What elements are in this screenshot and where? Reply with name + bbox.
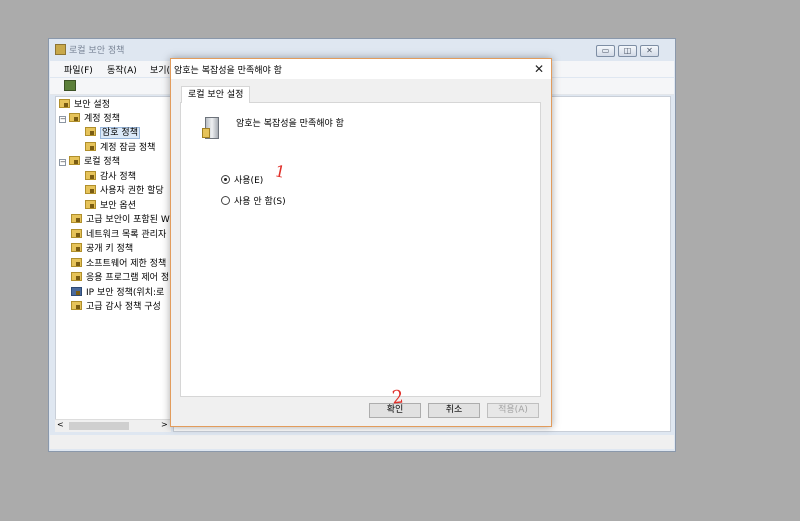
window-title: 로컬 보안 정책 [55,43,124,59]
cancel-button[interactable]: 취소 [428,403,480,418]
folder-icon [69,113,80,122]
tree-item-label: 네트워크 목록 관리자 [86,230,167,240]
folder-icon [85,171,96,180]
radio-enable[interactable]: 사용(E) [221,173,263,186]
tree-item-app-control[interactable]: 응용 프로그램 제어 정 [71,271,169,285]
tree-item-network-list[interactable]: 네트워크 목록 관리자 [71,228,166,242]
toolbar-console-icon[interactable] [64,80,76,91]
status-bar [50,435,674,449]
folder-icon [71,258,82,267]
tree-item-label: 감사 정책 [100,172,136,182]
tree-item-advanced-audit[interactable]: 고급 감사 정책 구성 [71,300,161,314]
scroll-right-arrow-icon[interactable]: > [161,420,168,429]
tree-item-label: 계정 정책 [84,114,120,124]
apply-button[interactable]: 적용(A) [487,403,539,418]
tree-root[interactable]: 보안 설정 [59,98,110,112]
radio-unchecked-icon[interactable] [221,196,230,205]
menu-file[interactable]: 파일(F) [64,63,93,76]
tree-item-account-lockout[interactable]: 계정 잠금 정책 [85,141,155,155]
radio-disable-label: 사용 안 함(S) [234,197,286,207]
security-settings-tree: 보안 설정 − 계정 정책 암호 정책 계정 잠금 정책 − 로컬 정책 감사 정책… [55,96,171,432]
tree-item-label: 소프트웨어 제한 정책 [86,259,167,269]
tree-item-label: IP 보안 정책(위치:로 [86,288,165,298]
tree-item-label: 로컬 정책 [84,157,120,167]
tree-item-security-options[interactable]: 보안 옵션 [85,199,136,213]
folder-icon [71,272,82,281]
folder-icon [85,185,96,194]
tree-item-password-policy[interactable]: 암호 정책 [85,126,140,140]
tree-item-advanced-firewall[interactable]: 고급 보안이 포함된 W [71,213,170,227]
tree-item-public-key[interactable]: 공개 키 정책 [71,242,133,256]
window-title-text: 로컬 보안 정책 [69,46,125,56]
folder-icon [71,301,82,310]
tree-item-label: 사용자 권한 할당 [100,186,164,196]
collapse-icon[interactable]: − [59,159,66,166]
radio-disable[interactable]: 사용 안 함(S) [221,194,286,207]
dialog-titlebar: 암호는 복잡성을 만족해야 함 ✕ [171,59,551,79]
tree-item-label: 계정 잠금 정책 [100,143,156,153]
tree-item-software-restriction[interactable]: 소프트웨어 제한 정책 [71,257,166,271]
scroll-left-arrow-icon[interactable]: < [57,420,64,429]
folder-icon [71,229,82,238]
tab-local-security-setting[interactable]: 로컬 보안 설정 [181,86,251,103]
security-policy-icon [55,44,66,55]
menu-action[interactable]: 동작(A) [107,63,137,76]
annotation-mark-2: 2 [390,386,405,409]
folder-icon [69,156,80,165]
tree-item-label: 공개 키 정책 [86,244,134,254]
collapse-icon[interactable]: − [59,116,66,123]
folder-icon [71,214,82,223]
tree-item-label: 고급 보안이 포함된 W [86,215,170,225]
tree-item-user-rights[interactable]: 사용자 권한 할당 [85,184,164,198]
server-policy-icon [202,117,219,139]
policy-properties-dialog: 암호는 복잡성을 만족해야 함 ✕ 로컬 보안 설정 암호는 복잡성을 만족해야… [170,58,552,427]
radio-checked-icon[interactable] [221,175,230,184]
restore-button[interactable]: ◫ [618,45,637,57]
tree-item-label: 응용 프로그램 제어 정 [86,273,170,283]
tree-item-ip-security[interactable]: IP 보안 정책(위치:로 [71,286,164,300]
tree-item-label: 보안 옵션 [100,201,136,211]
folder-icon [85,127,96,136]
dialog-close-icon[interactable]: ✕ [531,61,547,77]
tree-item-label-selected: 암호 정책 [100,127,140,139]
tab-panel: 암호는 복잡성을 만족해야 함 사용(E) 사용 안 함(S) [180,102,541,397]
dialog-title: 암호는 복잡성을 만족해야 함 [174,66,282,76]
tree-item-audit-policy[interactable]: 감사 정책 [85,170,136,184]
tree-item-account-policies[interactable]: − 계정 정책 [59,112,120,126]
tree-horizontal-scrollbar[interactable]: < > [55,419,171,432]
folder-icon [85,200,96,209]
ip-security-icon [71,287,82,296]
security-settings-icon [59,99,70,108]
tree-root-label: 보안 설정 [74,100,110,110]
tree-item-label: 고급 감사 정책 구성 [86,302,161,312]
folder-icon [71,243,82,252]
scrollbar-thumb[interactable] [69,422,129,430]
minimize-button[interactable]: ▭ [596,45,615,57]
tree-item-local-policies[interactable]: − 로컬 정책 [59,155,120,169]
policy-name: 암호는 복잡성을 만족해야 함 [236,119,344,129]
menu-view[interactable]: 보기( [150,63,170,76]
folder-icon [85,142,96,151]
close-window-button[interactable]: ✕ [640,45,659,57]
radio-enable-label: 사용(E) [234,176,264,186]
